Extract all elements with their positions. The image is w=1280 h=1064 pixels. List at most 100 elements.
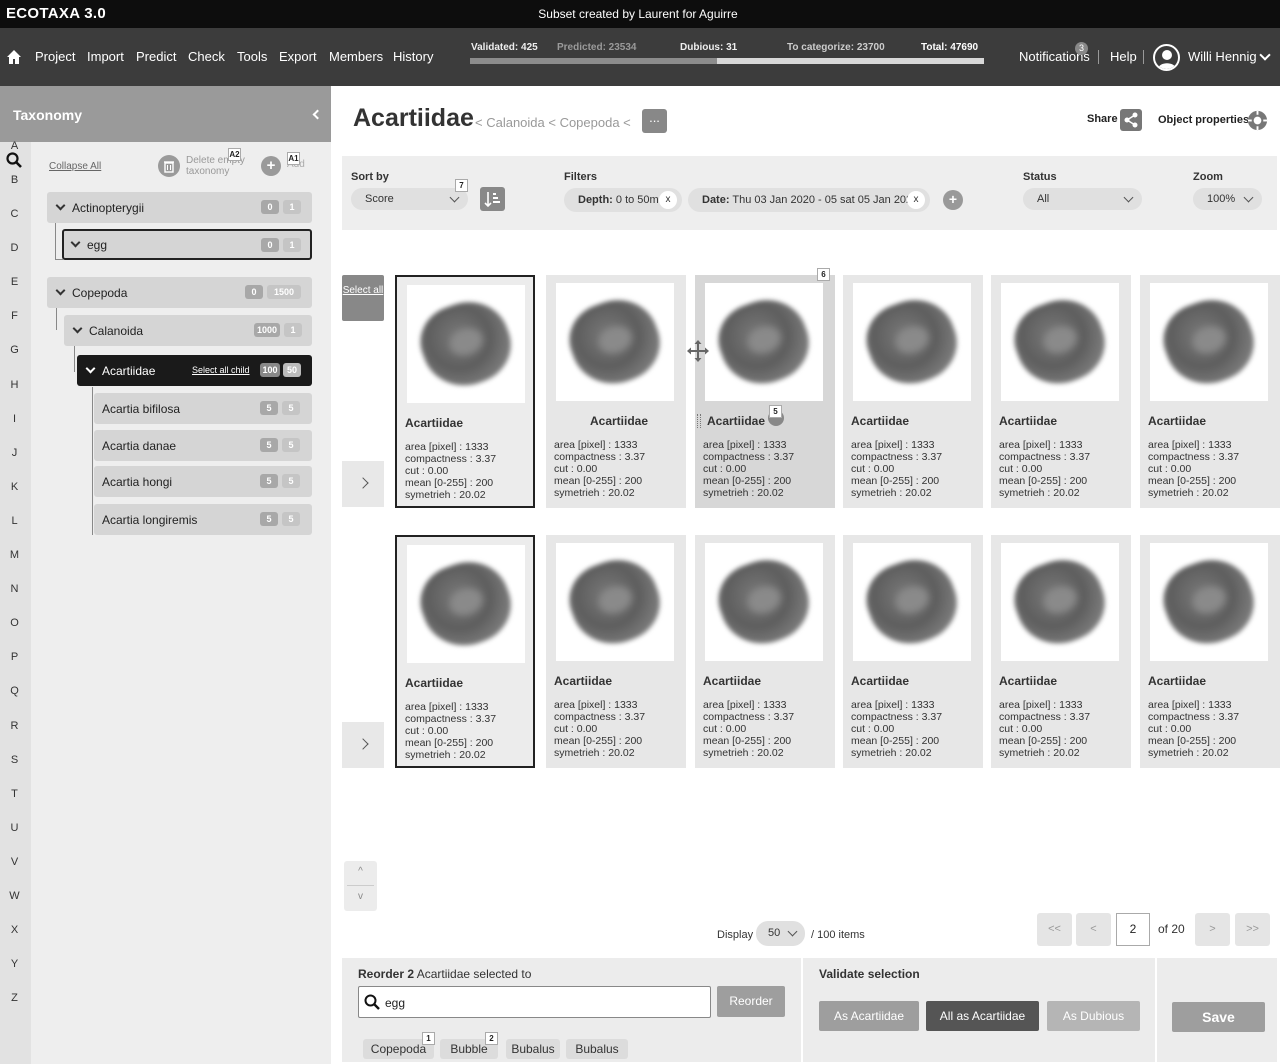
object-card[interactable]: Acartiidae area [pixel] : 1333 compactnes…	[395, 535, 535, 768]
tree-node-actinopterygii[interactable]: Actinopterygii 0 1	[47, 192, 312, 223]
trash-icon[interactable]	[158, 155, 180, 177]
chevron-down-icon[interactable]	[55, 200, 66, 211]
letter-index-v[interactable]: V	[0, 856, 29, 868]
object-card[interactable]: Acartiidae area [pixel] : 1333 compactnes…	[546, 275, 686, 508]
letter-index-f[interactable]: F	[0, 310, 29, 322]
object-card[interactable]: Acartiidae area [pixel] : 1333 compactnes…	[695, 275, 835, 508]
first-page-button[interactable]: <<	[1037, 913, 1072, 946]
row-2-expand-button[interactable]	[342, 722, 384, 768]
select-all-button[interactable]: Select all	[342, 275, 384, 321]
nav-history[interactable]: History	[393, 49, 433, 64]
letter-index-a[interactable]: A	[0, 140, 29, 152]
letter-index-e[interactable]: E	[0, 276, 29, 288]
object-card[interactable]: Acartiidae area [pixel] : 1333 compactnes…	[695, 535, 835, 768]
letter-index-g[interactable]: G	[0, 344, 29, 356]
add-icon[interactable]: +	[261, 156, 281, 176]
letter-index-c[interactable]: C	[0, 208, 29, 220]
select-all-child-link[interactable]: Select all child	[192, 365, 250, 375]
nav-tools[interactable]: Tools	[237, 49, 267, 64]
collapse-sidebar-icon[interactable]	[312, 109, 323, 120]
nav-check[interactable]: Check	[188, 49, 225, 64]
tree-node-egg[interactable]: egg 0 1	[62, 229, 312, 260]
breadcrumb-more-button[interactable]: ...	[642, 109, 667, 133]
sort-order-icon[interactable]	[480, 187, 505, 211]
share-icon[interactable]	[1120, 109, 1142, 131]
letter-index-d[interactable]: D	[0, 242, 29, 254]
suggested-taxon-tag[interactable]: Bubalus	[506, 1039, 560, 1059]
object-card[interactable]: Acartiidae area [pixel] : 1333 compactnes…	[843, 275, 983, 508]
next-page-button[interactable]: >	[1195, 913, 1230, 946]
chevron-down-icon[interactable]	[72, 323, 83, 334]
letter-index-w[interactable]: W	[0, 890, 29, 902]
letter-index-o[interactable]: O	[0, 617, 29, 629]
chevron-down-icon[interactable]	[1259, 49, 1271, 61]
page-size-select[interactable]: 50	[756, 921, 805, 946]
add-filter-button[interactable]: +	[943, 190, 963, 210]
tree-node-acartia-hongi[interactable]: Acartia hongi 5 5	[94, 466, 312, 497]
letter-index-x[interactable]: X	[0, 924, 29, 936]
delete-empty-taxonomy-button[interactable]: Delete empty taxonomy	[186, 155, 254, 177]
gear-icon[interactable]	[1246, 109, 1269, 132]
nav-project[interactable]: Project	[35, 49, 75, 64]
suggested-taxon-tag[interactable]: Bubalus	[566, 1039, 628, 1059]
letter-index-h[interactable]: H	[0, 379, 29, 391]
letter-index-y[interactable]: Y	[0, 958, 29, 970]
tree-node-acartiidae[interactable]: Acartiidae Select all child 100 50	[77, 355, 312, 386]
prev-page-button[interactable]: <	[1076, 913, 1111, 946]
nav-members[interactable]: Members	[329, 49, 383, 64]
reorder-search-input[interactable]: egg	[358, 986, 711, 1018]
search-icon[interactable]	[6, 152, 22, 168]
object-card[interactable]: Acartiidae area [pixel] : 1333 compactnes…	[1140, 275, 1280, 508]
letter-index-i[interactable]: I	[0, 413, 29, 425]
remove-date-filter-button[interactable]: x	[907, 191, 925, 209]
tree-node-acartia-bifilosa[interactable]: Acartia bifilosa 5 5	[94, 393, 312, 424]
letter-index-l[interactable]: L	[0, 515, 29, 527]
validate-as-acartiidae-button[interactable]: As Acartiidae	[819, 1001, 919, 1031]
page-number-input[interactable]: 2	[1116, 913, 1150, 946]
share-label[interactable]: Share	[1087, 113, 1118, 125]
status-select[interactable]: All	[1023, 188, 1142, 210]
validate-as-dubious-button[interactable]: As Dubious	[1047, 1001, 1140, 1031]
user-name[interactable]: Willi Hennig	[1188, 49, 1257, 64]
home-icon[interactable]	[6, 49, 22, 65]
letter-index-t[interactable]: T	[0, 788, 29, 800]
chevron-down-icon[interactable]	[70, 237, 81, 248]
collapse-all-link[interactable]: Collapse All	[49, 161, 101, 172]
letter-index-r[interactable]: R	[0, 720, 29, 732]
letter-index-n[interactable]: N	[0, 583, 29, 595]
letter-index-z[interactable]: Z	[0, 992, 29, 1004]
chevron-down-icon[interactable]	[55, 285, 66, 296]
nav-export[interactable]: Export	[279, 49, 317, 64]
tree-node-acartia-danae[interactable]: Acartia danae 5 5	[94, 430, 312, 461]
scroll-up-button[interactable]: ^	[344, 866, 377, 877]
row-1-expand-button[interactable]	[342, 461, 384, 507]
letter-index-b[interactable]: B	[0, 174, 29, 186]
letter-index-q[interactable]: Q	[0, 685, 29, 697]
chevron-down-icon[interactable]	[85, 363, 96, 374]
object-card[interactable]: Acartiidae area [pixel] : 1333 compactnes…	[395, 275, 535, 508]
letter-index-k[interactable]: K	[0, 481, 29, 493]
tree-node-acartia-longiremis[interactable]: Acartia longiremis 5 5	[94, 504, 312, 535]
letter-index-u[interactable]: U	[0, 822, 29, 834]
nav-predict[interactable]: Predict	[136, 49, 176, 64]
letter-index-m[interactable]: M	[0, 549, 29, 561]
object-card[interactable]: Acartiidae area [pixel] : 1333 compactnes…	[1140, 535, 1280, 768]
object-card[interactable]: Acartiidae area [pixel] : 1333 compactnes…	[991, 535, 1131, 768]
object-card[interactable]: Acartiidae area [pixel] : 1333 compactnes…	[991, 275, 1131, 508]
object-properties-label[interactable]: Object properties	[1158, 114, 1249, 126]
letter-index-p[interactable]: P	[0, 651, 29, 663]
move-icon[interactable]	[687, 340, 709, 362]
validate-all-as-acartiidae-button[interactable]: All as Acartiidae	[926, 1001, 1039, 1031]
save-button[interactable]: Save	[1172, 1002, 1265, 1032]
letter-index-s[interactable]: S	[0, 754, 29, 766]
sort-select[interactable]: Score	[351, 188, 468, 210]
breadcrumb[interactable]: < Calanoida < Copepoda <	[475, 115, 631, 130]
scroll-down-button[interactable]: v	[344, 891, 377, 902]
last-page-button[interactable]: >>	[1235, 913, 1270, 946]
user-icon[interactable]	[1153, 44, 1180, 71]
help-link[interactable]: Help	[1110, 49, 1137, 64]
zoom-select[interactable]: 100%	[1193, 188, 1262, 210]
tree-node-copepoda[interactable]: Copepoda 0 1500	[47, 277, 312, 308]
remove-depth-filter-button[interactable]: x	[659, 191, 677, 209]
object-card[interactable]: Acartiidae area [pixel] : 1333 compactnes…	[843, 535, 983, 768]
